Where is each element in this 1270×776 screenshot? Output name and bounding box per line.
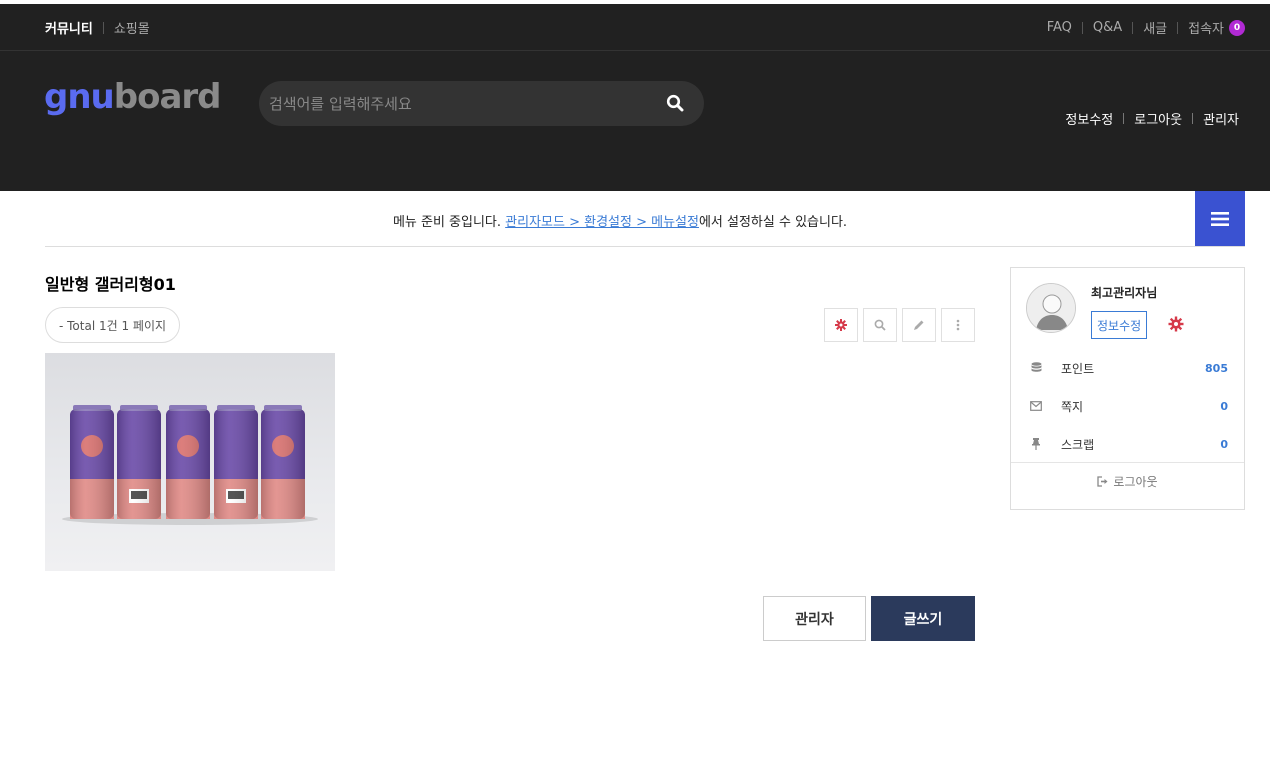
site-logo[interactable]: gnuboard <box>44 77 221 117</box>
hamburger-icon <box>1211 211 1229 226</box>
top-nav-bar: 커뮤니티 쇼핑몰 FAQ Q&A 새글 접속자 0 <box>0 4 1270 51</box>
logout-link[interactable]: 로그아웃 <box>1134 109 1182 128</box>
menu-settings-link[interactable]: 관리자모드 > 환경설정 > 메뉴설정 <box>505 215 699 230</box>
logout-button[interactable]: 로그아웃 <box>1011 473 1244 490</box>
tnb-shop-link[interactable]: 쇼핑몰 <box>114 18 150 37</box>
top-nav-right: FAQ Q&A 새글 접속자 0 <box>1047 18 1245 37</box>
logo-text-board: board <box>113 77 222 117</box>
scrap-label: 스크랩 <box>1061 437 1095 452</box>
tnb-qa-link[interactable]: Q&A <box>1093 20 1122 35</box>
sign-out-icon <box>1097 476 1108 487</box>
menu-notice: 메뉴 준비 중입니다. 관리자모드 > 환경설정 > 메뉴설정에서 설정하실 수… <box>45 211 1195 230</box>
divider <box>102 21 104 34</box>
site-header: gnuboard 정보수정 로그아웃 관리자 <box>0 51 1270 191</box>
tnb-visitors-link[interactable]: 접속자 <box>1188 18 1224 37</box>
more-vertical-icon <box>956 319 960 331</box>
member-nickname[interactable]: 최고관리자님 <box>1091 284 1157 301</box>
write-post-button[interactable]: 글쓰기 <box>871 596 975 641</box>
board-title: 일반형 갤러리형01 <box>45 275 176 294</box>
board-settings-button[interactable] <box>824 308 858 342</box>
logo-text-gnu: gnu <box>44 77 115 117</box>
memo-label: 쪽지 <box>1061 399 1084 414</box>
menu-notice-prefix: 메뉴 준비 중입니다. <box>392 215 506 230</box>
gallery-item-thumbnail[interactable] <box>45 353 335 571</box>
search-button[interactable] <box>664 93 686 115</box>
avatar <box>1026 283 1076 333</box>
all-menu-button[interactable] <box>1195 191 1245 246</box>
tnb-community-link[interactable]: 커뮤니티 <box>45 18 93 37</box>
divider <box>1081 21 1083 34</box>
logout-label: 로그아웃 <box>1113 475 1158 489</box>
point-row[interactable]: 포인트 805 <box>1011 349 1244 387</box>
top-nav-left: 커뮤니티 쇼핑몰 <box>45 18 150 37</box>
admin-gear-icon[interactable] <box>1168 316 1184 332</box>
main-menu-bar: 메뉴 준비 중입니다. 관리자모드 > 환경설정 > 메뉴설정에서 설정하실 수… <box>45 191 1245 247</box>
scrap-row[interactable]: 스크랩 0 <box>1011 425 1244 463</box>
edit-profile-link[interactable]: 정보수정 <box>1065 109 1113 128</box>
total-count-pill: - Total 1건 1 페이지 <box>45 307 181 343</box>
divider <box>1123 113 1125 124</box>
point-label: 포인트 <box>1061 361 1095 376</box>
product-cans-image <box>62 405 318 525</box>
tnb-new-posts-link[interactable]: 새글 <box>1143 18 1167 37</box>
board-write-button[interactable] <box>902 308 936 342</box>
search-icon <box>874 319 886 331</box>
gear-icon <box>835 319 847 331</box>
memo-row[interactable]: 쪽지 0 <box>1011 387 1244 425</box>
admin-link[interactable]: 관리자 <box>1203 109 1239 128</box>
tnb-faq-link[interactable]: FAQ <box>1047 20 1072 35</box>
user-avatar-icon <box>1027 284 1075 332</box>
point-value: 805 <box>1205 361 1228 375</box>
envelope-icon <box>1029 399 1043 413</box>
divider <box>1192 113 1194 124</box>
board-search-button[interactable] <box>863 308 897 342</box>
edit-profile-button[interactable]: 정보수정 <box>1091 311 1148 339</box>
search-icon <box>666 94 684 111</box>
divider <box>1177 21 1179 34</box>
scrap-value: 0 <box>1220 437 1228 451</box>
divider <box>1011 462 1244 463</box>
search-box <box>259 81 704 126</box>
header-links: 정보수정 로그아웃 관리자 <box>1065 109 1239 128</box>
member-login-box: 최고관리자님 정보수정 포인트 805 쪽지 0 스크랩 0 로그아웃 <box>1010 267 1245 510</box>
divider <box>1132 21 1134 34</box>
visitors-count-badge: 0 <box>1229 19 1245 36</box>
board-more-button[interactable] <box>941 308 975 342</box>
search-input[interactable] <box>269 81 649 126</box>
memo-value: 0 <box>1220 399 1228 413</box>
pencil-icon <box>914 320 924 330</box>
admin-button[interactable]: 관리자 <box>763 596 866 641</box>
database-icon <box>1029 361 1043 375</box>
menu-notice-suffix: 에서 설정하실 수 있습니다. <box>698 215 848 230</box>
board-tools <box>824 308 975 342</box>
pin-icon <box>1029 437 1043 451</box>
